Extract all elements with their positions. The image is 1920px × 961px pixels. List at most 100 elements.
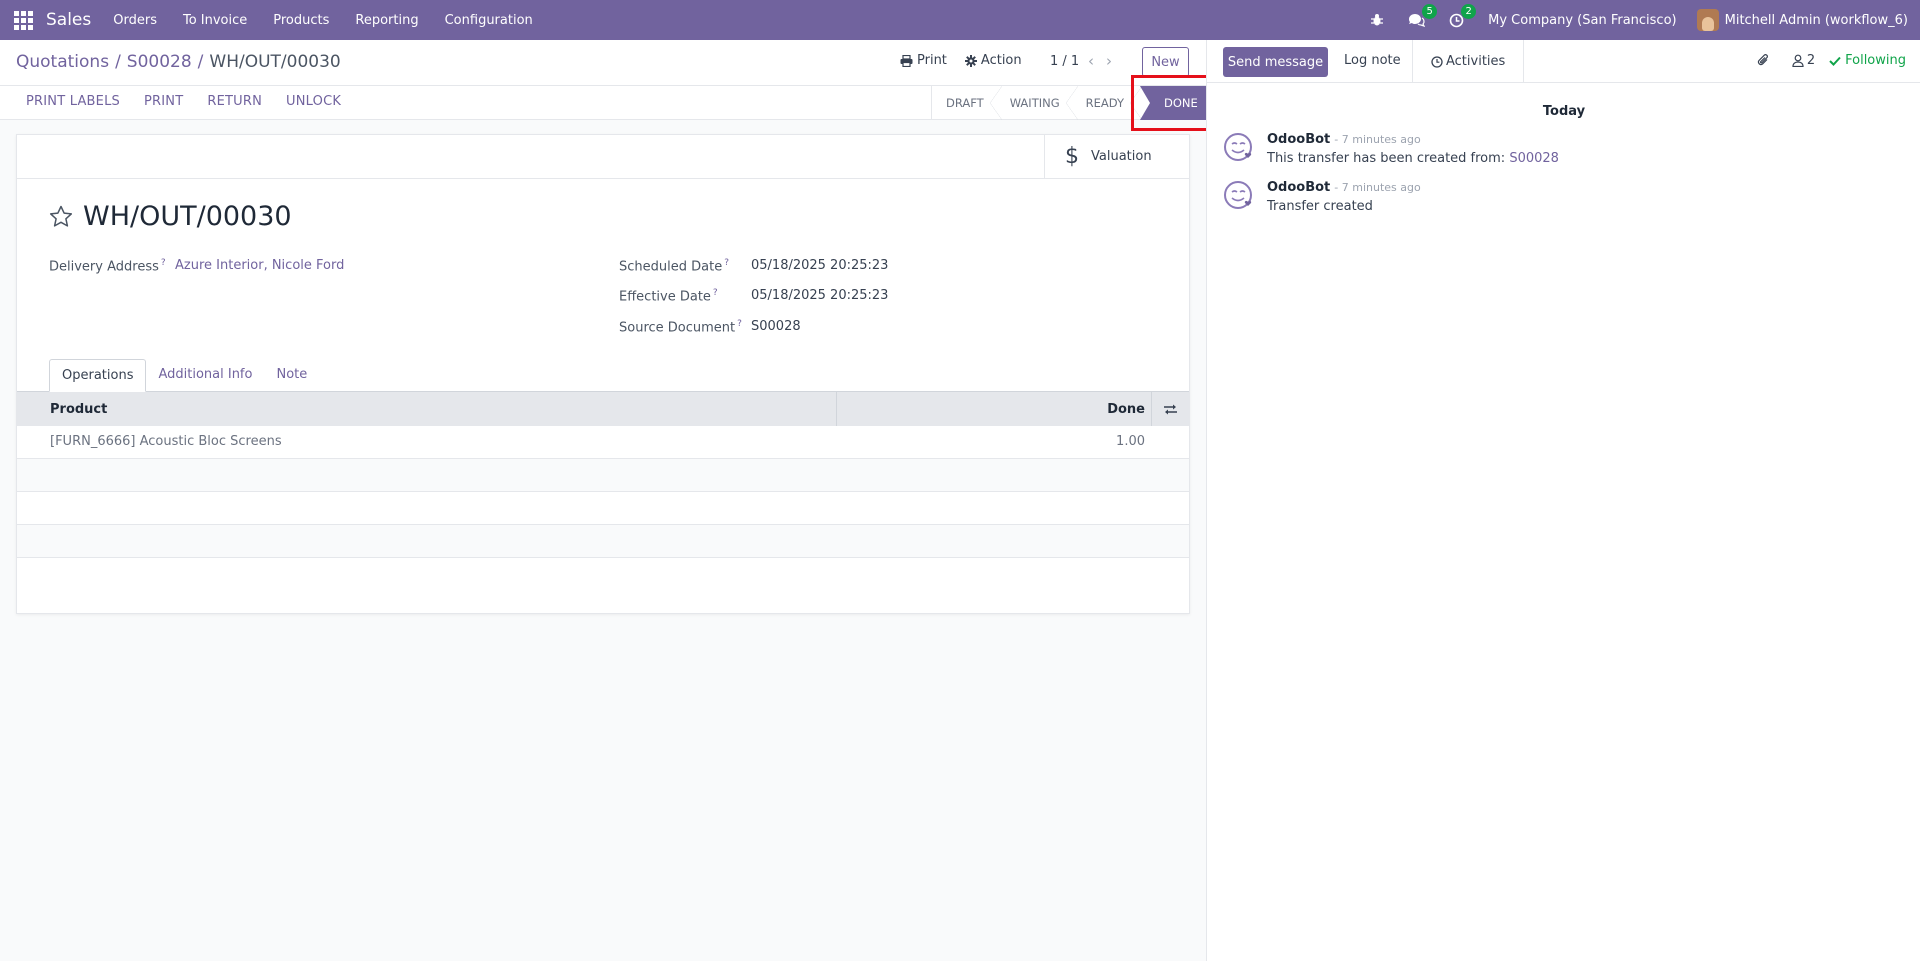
app-name[interactable]: Sales bbox=[46, 10, 91, 30]
form-sheet: $ Valuation WH/OUT/00030 Delivery Addres… bbox=[16, 134, 1190, 614]
star-icon[interactable] bbox=[49, 205, 73, 228]
messages-count-badge: 5 bbox=[1422, 3, 1438, 19]
tab-additional-info[interactable]: Additional Info bbox=[146, 359, 264, 392]
following-label: Following bbox=[1845, 53, 1906, 68]
delivery-address-value[interactable]: Azure Interior, Nicole Ford bbox=[175, 258, 344, 273]
message-body: This transfer has been created from: bbox=[1267, 151, 1510, 166]
message-time: - 7 minutes ago bbox=[1334, 181, 1421, 194]
odoobot-avatar-icon[interactable] bbox=[1223, 132, 1255, 164]
chatter-panel: Send message Log note Activities 2 Follo… bbox=[1206, 40, 1920, 961]
gear-icon bbox=[964, 54, 977, 67]
table-row[interactable]: [FURN_6666] Acoustic Bloc Screens 1.00 bbox=[17, 426, 1189, 459]
dollar-icon: $ bbox=[1065, 144, 1079, 169]
stage-draft[interactable]: DRAFT bbox=[931, 86, 1002, 120]
message-author[interactable]: OdooBot bbox=[1267, 180, 1330, 195]
scheduled-date-field: Scheduled Date? 05/18/2025 20:25:23 bbox=[619, 258, 888, 275]
chatter-right-tools: 2 Following bbox=[1757, 53, 1906, 68]
check-icon bbox=[1829, 56, 1841, 66]
breadcrumb-separator: / bbox=[197, 52, 204, 72]
source-document-value[interactable]: S00028 bbox=[751, 319, 801, 334]
delivery-address-field: Delivery Address? Azure Interior, Nicole… bbox=[49, 258, 344, 275]
stage-ready[interactable]: READY bbox=[1072, 86, 1143, 120]
effective-date-value: 05/18/2025 20:25:23 bbox=[751, 288, 889, 303]
menu-item-reporting[interactable]: Reporting bbox=[355, 13, 418, 28]
activities-button[interactable]: Activities bbox=[1412, 40, 1525, 83]
send-message-button[interactable]: Send message bbox=[1223, 47, 1328, 77]
chatter-message: OdooBot - 7 minutes ago Transfer created bbox=[1223, 180, 1421, 214]
scheduled-date-value[interactable]: 05/18/2025 20:25:23 bbox=[751, 258, 888, 273]
followers-button[interactable]: 2 bbox=[1792, 53, 1815, 68]
new-button[interactable]: New bbox=[1142, 47, 1189, 77]
pager-next-icon[interactable]: › bbox=[1106, 52, 1112, 70]
messages-icon[interactable]: 5 bbox=[1408, 3, 1438, 28]
pager-arrows: ‹ › bbox=[1088, 52, 1124, 70]
chatter-message: OdooBot - 7 minutes ago This transfer has… bbox=[1223, 132, 1559, 166]
valuation-label: Valuation bbox=[1091, 149, 1152, 164]
empty-row bbox=[17, 492, 1189, 525]
bug-icon[interactable] bbox=[1370, 13, 1384, 27]
notebook-tabs: Operations Additional Info Note bbox=[49, 359, 319, 392]
activities-label: Activities bbox=[1446, 54, 1506, 69]
breadcrumb-order[interactable]: S00028 bbox=[127, 52, 192, 72]
message-author[interactable]: OdooBot bbox=[1267, 132, 1330, 147]
followers-count: 2 bbox=[1806, 53, 1816, 68]
optional-columns-icon[interactable] bbox=[1151, 392, 1189, 426]
paperclip-icon[interactable] bbox=[1757, 53, 1770, 68]
effective-date-field: Effective Date? 05/18/2025 20:25:23 bbox=[619, 288, 888, 305]
smart-buttons: $ Valuation bbox=[17, 135, 1189, 179]
operations-table: Product Done [FURN_6666] Acoustic Bloc S… bbox=[17, 392, 1189, 558]
record-title-row: WH/OUT/00030 bbox=[49, 201, 292, 232]
source-document-field: Source Document? S00028 bbox=[619, 319, 801, 336]
following-button[interactable]: Following bbox=[1829, 53, 1906, 68]
column-product[interactable]: Product bbox=[50, 402, 107, 417]
clock-icon bbox=[1431, 55, 1443, 68]
print-menu-label: Print bbox=[917, 53, 947, 68]
message-body: Transfer created bbox=[1267, 199, 1373, 214]
table-header: Product Done bbox=[17, 392, 1189, 426]
column-divider bbox=[836, 392, 837, 426]
control-actions: Print Action bbox=[900, 53, 1040, 68]
top-navbar: Sales Orders To Invoice Products Reporti… bbox=[0, 0, 1920, 40]
action-menu-button[interactable]: Action bbox=[964, 53, 1022, 68]
breadcrumb-separator: / bbox=[115, 52, 121, 72]
print-button[interactable]: PRINT bbox=[144, 94, 183, 109]
print-labels-button[interactable]: PRINT LABELS bbox=[26, 94, 120, 109]
unlock-button[interactable]: UNLOCK bbox=[286, 94, 341, 109]
breadcrumb: Quotations / S00028/WH/OUT/00030 bbox=[16, 52, 341, 72]
highlight-box bbox=[1131, 75, 1213, 131]
pager-value[interactable]: 1 / 1 bbox=[1050, 54, 1079, 69]
valuation-button[interactable]: $ Valuation bbox=[1044, 135, 1190, 178]
form-button-bar: PRINT LABELS PRINT RETURN UNLOCK DRAFT W… bbox=[0, 86, 1214, 120]
menu-item-to-invoice[interactable]: To Invoice bbox=[183, 13, 247, 28]
odoobot-avatar-icon[interactable] bbox=[1223, 180, 1255, 212]
company-switcher[interactable]: My Company (San Francisco) bbox=[1488, 13, 1676, 28]
log-note-button[interactable]: Log note bbox=[1344, 53, 1401, 68]
user-menu[interactable]: Mitchell Admin (workflow_6) bbox=[1725, 13, 1908, 28]
delivery-address-label: Delivery Address? bbox=[49, 258, 166, 275]
menu-item-configuration[interactable]: Configuration bbox=[445, 13, 533, 28]
breadcrumb-quotations[interactable]: Quotations bbox=[16, 52, 109, 72]
return-button[interactable]: RETURN bbox=[207, 94, 262, 109]
print-menu-button[interactable]: Print bbox=[900, 53, 947, 68]
menu-item-orders[interactable]: Orders bbox=[113, 13, 157, 28]
row-done-qty: 1.00 bbox=[1116, 434, 1145, 449]
apps-menu-icon[interactable] bbox=[0, 0, 46, 40]
column-done[interactable]: Done bbox=[1107, 402, 1145, 417]
scheduled-date-label: Scheduled Date? bbox=[619, 258, 729, 275]
source-document-label: Source Document? bbox=[619, 319, 742, 336]
user-avatar[interactable] bbox=[1696, 9, 1719, 31]
stage-waiting[interactable]: WAITING bbox=[996, 86, 1078, 120]
message-link[interactable]: S00028 bbox=[1509, 151, 1559, 166]
menu-item-products[interactable]: Products bbox=[273, 13, 329, 28]
main-menu: Orders To Invoice Products Reporting Con… bbox=[113, 13, 559, 28]
activities-clock-icon[interactable]: 2 bbox=[1449, 3, 1477, 28]
effective-date-label: Effective Date? bbox=[619, 288, 718, 305]
date-separator: Today bbox=[1542, 104, 1586, 119]
row-product: [FURN_6666] Acoustic Bloc Screens bbox=[50, 434, 282, 449]
tab-operations[interactable]: Operations bbox=[49, 359, 147, 392]
empty-row bbox=[17, 459, 1189, 492]
navbar-systray: 5 2 My Company (San Francisco) Mitchell … bbox=[1370, 0, 1920, 40]
tab-note[interactable]: Note bbox=[264, 359, 319, 392]
pager-previous-icon[interactable]: ‹ bbox=[1088, 52, 1094, 70]
action-menu-label: Action bbox=[980, 53, 1022, 68]
